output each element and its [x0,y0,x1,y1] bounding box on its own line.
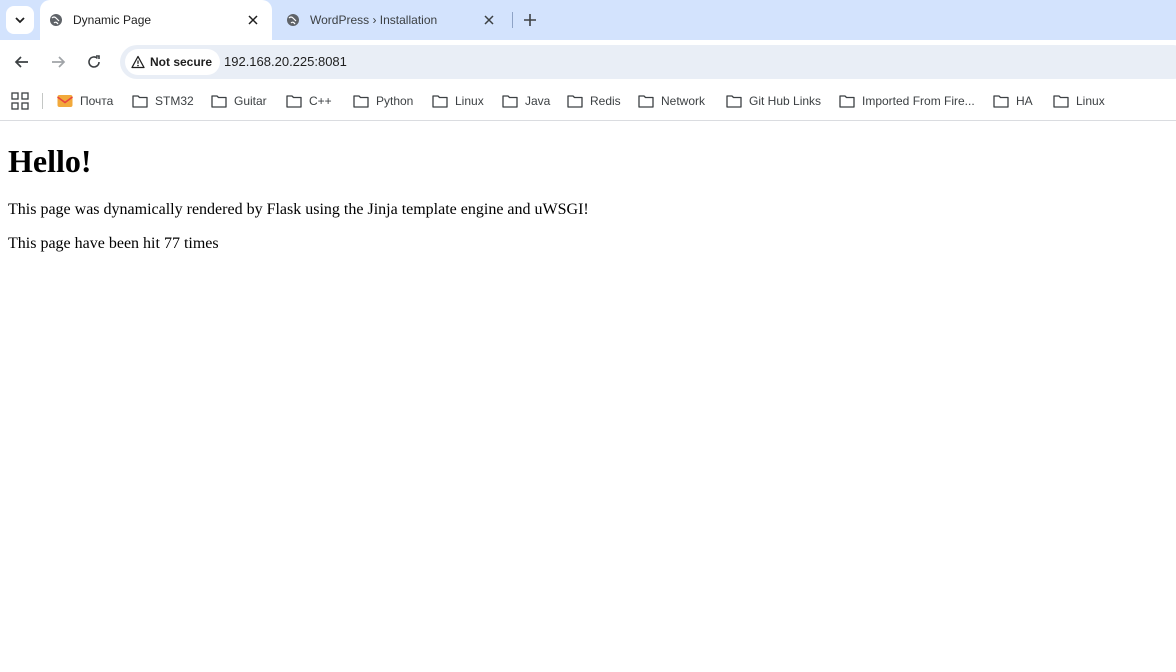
warning-icon [131,55,145,69]
address-bar[interactable]: Not secure 192.168.20.225:8081 [120,45,1176,79]
bookmark-folder-github-links[interactable]: Git Hub Links [726,91,821,111]
bookmark-folder-linux-2[interactable]: Linux [1053,91,1105,111]
page-heading: Hello! [8,143,92,179]
close-icon[interactable] [480,11,498,29]
globe-icon [286,13,300,27]
toolbar: Not secure 192.168.20.225:8081 [0,40,1176,84]
bookmark-label: Python [376,94,414,108]
bookmark-folder-cpp[interactable]: C++ [286,91,332,111]
bookmark-folder-redis[interactable]: Redis [567,91,621,111]
reload-button[interactable] [82,50,106,74]
folder-icon [353,94,369,108]
tab-search-button[interactable] [6,6,34,34]
folder-icon [567,94,583,108]
bookmark-label: HA [1016,94,1033,108]
new-tab-button[interactable] [518,8,542,32]
bookmark-pochta[interactable]: Почта [57,91,113,111]
bookmark-label: Network [661,94,706,108]
folder-icon [432,94,448,108]
arrow-right-icon [52,56,66,68]
apps-grid-icon[interactable] [11,92,29,110]
bookmark-folder-guitar[interactable]: Guitar [211,91,267,111]
close-icon[interactable] [244,11,262,29]
chevron-down-icon [15,17,25,24]
bookmark-label: Git Hub Links [749,94,822,108]
globe-icon [49,13,63,27]
folder-icon [839,94,855,108]
mail-icon [57,94,73,108]
bookmark-label: Redis [590,94,621,108]
tab-title: Dynamic Page [73,13,152,27]
bookmark-folder-network[interactable]: Network [638,91,705,111]
bookmarks-separator [42,93,43,109]
bookmark-label: STM32 [155,94,194,108]
bookmark-label: Linux [455,94,484,108]
bookmark-folder-imported[interactable]: Imported From Fire... [839,91,975,111]
plus-icon [524,14,536,26]
reload-icon [88,55,100,68]
folder-icon [286,94,302,108]
folder-icon [993,94,1009,108]
bookmark-label: Guitar [234,94,267,108]
folder-icon [132,94,148,108]
url-text[interactable]: 192.168.20.225:8081 [224,54,347,69]
bookmark-label: Java [525,94,551,108]
bookmark-label: C++ [309,94,332,108]
hit-counter-text: This page have been hit 77 times [8,235,219,252]
forward-button[interactable] [46,50,70,74]
folder-icon [502,94,518,108]
bookmarks-bar: Почта STM32 Guitar C++ Python Linux Java… [0,84,1176,121]
back-button[interactable] [10,50,34,74]
folder-icon [211,94,227,108]
arrow-left-icon [14,56,28,68]
folder-icon [1053,94,1069,108]
page-content: Hello! This page was dynamically rendere… [0,121,1176,672]
bookmark-folder-python[interactable]: Python [353,91,413,111]
tab-strip: Dynamic Page WordPress › Installation [0,0,1176,40]
security-chip[interactable]: Not secure [125,49,221,75]
bookmark-folder-linux[interactable]: Linux [432,91,484,111]
bookmark-label: Почта [80,94,114,108]
tab-wordpress-installation[interactable]: WordPress › Installation [278,0,508,40]
tab-separator [512,12,513,28]
bookmark-label: Imported From Fire... [862,94,975,108]
render-info-text: This page was dynamically rendered by Fl… [8,201,589,218]
folder-icon [638,94,654,108]
bookmark-label: Linux [1076,94,1105,108]
bookmark-folder-stm32[interactable]: STM32 [132,91,194,111]
bookmark-folder-java[interactable]: Java [502,91,550,111]
tab-dynamic-page[interactable]: Dynamic Page [40,0,272,40]
security-label: Not secure [150,55,213,69]
tab-title: WordPress › Installation [310,13,438,27]
bookmark-folder-ha[interactable]: HA [993,91,1033,111]
folder-icon [726,94,742,108]
